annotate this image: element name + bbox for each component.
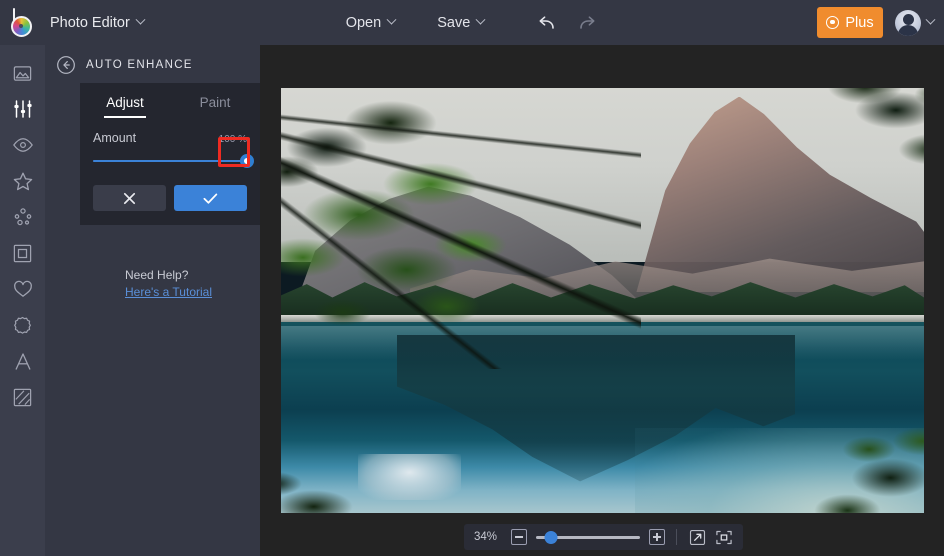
adjust-card: Adjust Paint Amount 100 % bbox=[80, 83, 260, 225]
amount-slider-fill bbox=[93, 160, 247, 162]
app-logo[interactable] bbox=[0, 0, 45, 45]
back-arrow-circle-icon bbox=[57, 56, 75, 74]
open-menu-button[interactable]: Open bbox=[345, 14, 397, 31]
save-menu-label: Save bbox=[437, 14, 471, 31]
badge-icon bbox=[14, 316, 31, 334]
tool-panel: AUTO ENHANCE Adjust Paint Amount 100 % N… bbox=[45, 45, 260, 556]
app-title-menu[interactable]: Photo Editor bbox=[50, 14, 146, 31]
sidebar-item-touchup[interactable] bbox=[0, 127, 45, 163]
redo-button[interactable] bbox=[576, 12, 598, 34]
sidebar-item-frames[interactable] bbox=[0, 235, 45, 271]
toolbar-divider bbox=[676, 529, 677, 545]
expand-button[interactable] bbox=[688, 528, 706, 546]
zoom-out-button[interactable] bbox=[511, 529, 527, 545]
open-menu-label: Open bbox=[345, 14, 382, 31]
amount-slider-label: Amount bbox=[93, 131, 137, 145]
top-bar: Photo Editor Open Save Plus bbox=[0, 0, 944, 45]
top-bar-right-group: Plus bbox=[817, 0, 936, 45]
chevron-down-icon bbox=[925, 14, 936, 25]
sidebar-item-text[interactable] bbox=[0, 343, 45, 379]
undo-arrow-icon bbox=[539, 15, 555, 29]
zoom-slider-knob[interactable] bbox=[544, 531, 558, 544]
sidebar-item-overlays[interactable] bbox=[0, 271, 45, 307]
avatar bbox=[895, 9, 921, 36]
chevron-down-icon bbox=[475, 14, 486, 25]
fit-to-screen-button[interactable] bbox=[715, 528, 733, 546]
amount-slider-knob[interactable] bbox=[240, 154, 254, 168]
befunky-b-colorwheel-logo-icon bbox=[9, 7, 37, 38]
amount-slider[interactable] bbox=[93, 153, 254, 169]
undo-button[interactable] bbox=[536, 12, 558, 34]
account-menu[interactable] bbox=[895, 9, 936, 36]
photo-editor-app: Photo Editor Open Save Plus AUTO ENHANCE… bbox=[0, 0, 944, 556]
heart-icon bbox=[13, 280, 32, 297]
particles-icon bbox=[14, 208, 31, 226]
texture-icon bbox=[13, 388, 32, 406]
fit-to-screen-icon bbox=[716, 530, 732, 544]
sliders-icon bbox=[13, 100, 32, 118]
eye-icon bbox=[12, 138, 33, 152]
sidebar-item-effects[interactable] bbox=[0, 163, 45, 199]
canvas-area[interactable] bbox=[260, 45, 944, 556]
image-mountain-icon bbox=[13, 65, 32, 81]
star-icon bbox=[13, 172, 32, 190]
expand-arrow-icon bbox=[689, 529, 705, 545]
photo-canvas[interactable] bbox=[281, 88, 924, 513]
tab-paint[interactable]: Paint bbox=[170, 83, 260, 121]
tab-paint-label: Paint bbox=[199, 94, 231, 110]
plus-icon-v bbox=[656, 533, 658, 541]
plus-button-label: Plus bbox=[845, 14, 874, 31]
photo-pine-branch-right bbox=[705, 88, 924, 267]
page-title: AUTO ENHANCE bbox=[86, 59, 193, 71]
tool-rail bbox=[0, 45, 45, 556]
text-a-icon bbox=[14, 352, 31, 370]
redo-arrow-icon bbox=[580, 15, 595, 29]
sidebar-item-graphics[interactable] bbox=[0, 307, 45, 343]
zoom-slider[interactable] bbox=[536, 530, 640, 544]
tab-adjust[interactable]: Adjust bbox=[80, 83, 170, 121]
action-buttons bbox=[93, 185, 247, 211]
back-button[interactable] bbox=[49, 48, 83, 82]
zoom-toolbar: 34% bbox=[464, 524, 743, 550]
save-menu-button[interactable]: Save bbox=[437, 14, 486, 31]
close-x-icon bbox=[123, 192, 136, 204]
chevron-down-icon bbox=[386, 14, 397, 25]
adjust-card-body: Amount 100 % bbox=[80, 121, 260, 211]
chevron-down-icon bbox=[135, 14, 146, 25]
photo-pine-limbs-left bbox=[281, 88, 642, 369]
check-icon bbox=[203, 193, 218, 204]
apply-button[interactable] bbox=[174, 185, 247, 211]
photo-pine-branch-bottom-left bbox=[281, 402, 500, 513]
panel-tabs: Adjust Paint bbox=[80, 83, 260, 121]
undo-redo-group bbox=[536, 12, 598, 34]
sidebar-item-image[interactable] bbox=[0, 55, 45, 91]
plus-upgrade-button[interactable]: Plus bbox=[817, 7, 883, 38]
minus-icon bbox=[515, 536, 523, 538]
sidebar-item-artsy[interactable] bbox=[0, 199, 45, 235]
frame-icon bbox=[13, 244, 32, 262]
amount-slider-value: 100 % bbox=[218, 134, 247, 145]
amount-slider-row: Amount 100 % bbox=[93, 131, 247, 145]
photo-pine-branch-bottom-right bbox=[679, 334, 924, 513]
cancel-button[interactable] bbox=[93, 185, 166, 211]
sidebar-item-textures[interactable] bbox=[0, 379, 45, 415]
tab-adjust-label: Adjust bbox=[106, 94, 144, 110]
zoom-in-button[interactable] bbox=[649, 529, 665, 545]
sidebar-item-edit[interactable] bbox=[0, 91, 45, 127]
panel-header: AUTO ENHANCE bbox=[45, 45, 260, 85]
app-title-label: Photo Editor bbox=[50, 14, 130, 31]
zoom-level-label: 34% bbox=[474, 531, 498, 543]
plus-badge-icon bbox=[826, 16, 840, 29]
